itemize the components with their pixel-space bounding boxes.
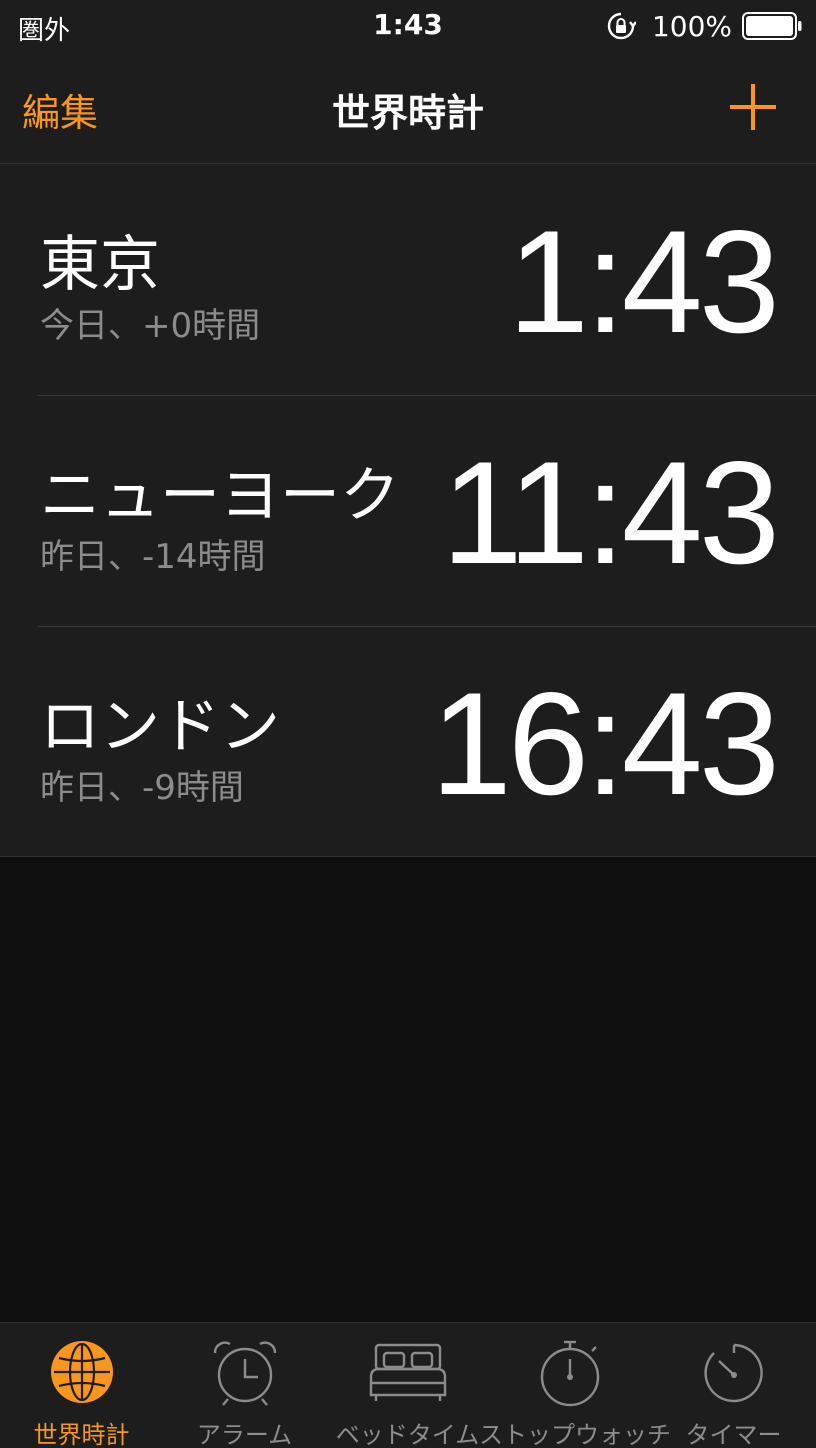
stopwatch-icon — [540, 1340, 599, 1407]
navigation-bar: 編集 世界時計 — [0, 54, 816, 164]
row-divider — [38, 395, 816, 396]
city-time: 16:43 — [430, 662, 780, 825]
globe-icon — [50, 1341, 113, 1403]
tab-label: アラーム — [196, 1421, 293, 1448]
tab-label: タイマー — [685, 1421, 782, 1448]
time-offset: 昨日、-9時間 — [40, 768, 244, 808]
row-divider — [38, 626, 816, 627]
page-title: 世界時計 — [331, 91, 484, 135]
battery-icon — [742, 12, 802, 40]
tab-label: ベッドタイム — [335, 1421, 480, 1448]
rotation-lock-icon — [607, 12, 636, 40]
city-time: 11:43 — [441, 431, 780, 594]
tab-label: 世界時計 — [33, 1421, 130, 1448]
city-name: ニューヨーク — [40, 461, 400, 531]
clock-row-new-york[interactable]: ニューヨーク 昨日、-14時間 11:43 — [0, 395, 816, 626]
empty-area — [0, 857, 816, 1322]
tab-bar: 世界時計 アラーム ベッドタイム ストップウォッチ タイマー — [0, 1322, 816, 1448]
time-offset: 今日、+0時間 — [40, 306, 261, 346]
tab-bedtime[interactable]: ベッドタイム — [326, 1323, 489, 1448]
tab-world-clock[interactable]: 世界時計 — [0, 1323, 163, 1448]
timer-icon — [703, 1343, 763, 1403]
tab-label: ストップウォッチ — [479, 1421, 671, 1448]
city-name: 東京 — [40, 230, 160, 300]
alarm-clock-icon — [213, 1341, 276, 1406]
city-name: ロンドン — [40, 692, 280, 762]
time-offset: 昨日、-14時間 — [40, 537, 266, 577]
status-bar: 圏外 1:43 100% — [0, 0, 816, 54]
clock-row-london[interactable]: ロンドン 昨日、-9時間 16:43 — [0, 626, 816, 857]
tab-stopwatch[interactable]: ストップウォッチ — [479, 1323, 671, 1448]
world-clock-list: 東京 今日、+0時間 1:43 ニューヨーク 昨日、-14時間 11:43 ロン… — [0, 164, 816, 857]
tab-timer[interactable]: タイマー — [652, 1323, 815, 1448]
bed-icon — [369, 1343, 446, 1401]
status-right: 100% — [606, 8, 802, 44]
plus-icon[interactable] — [728, 82, 778, 132]
city-time: 1:43 — [507, 200, 780, 363]
tab-alarm[interactable]: アラーム — [163, 1323, 326, 1448]
clock-row-tokyo[interactable]: 東京 今日、+0時間 1:43 — [0, 164, 816, 395]
battery-percent: 100% — [651, 9, 732, 43]
